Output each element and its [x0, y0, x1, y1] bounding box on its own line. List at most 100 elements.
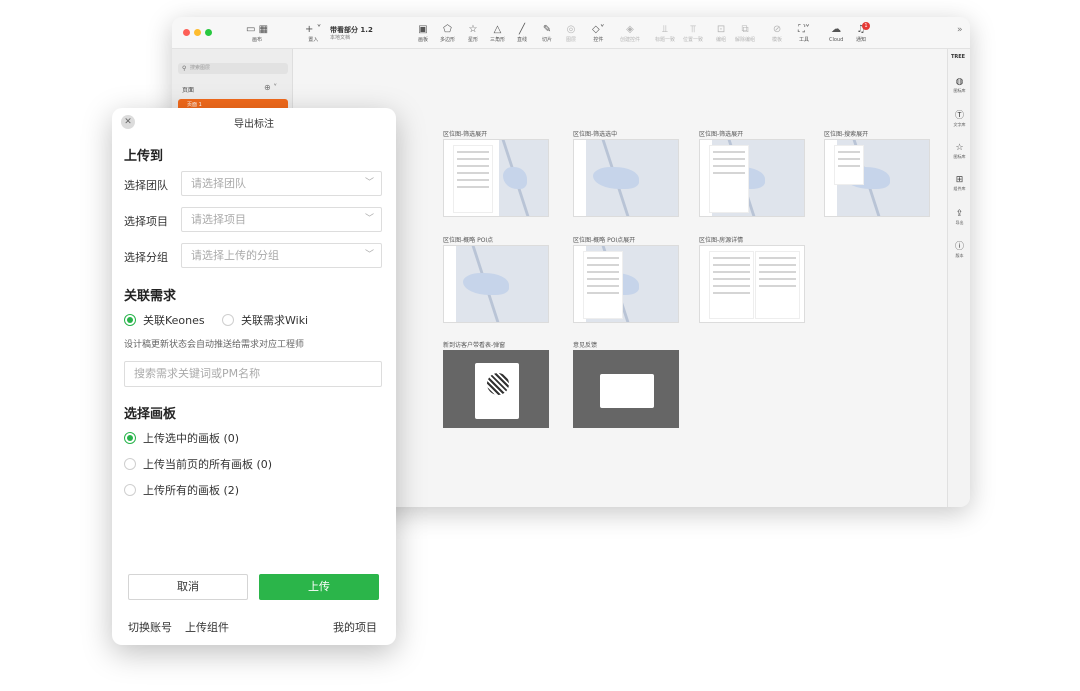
rightbar-item[interactable]: ◍ 图标库 — [948, 77, 970, 94]
map-preview — [586, 140, 678, 216]
tool-polygon[interactable]: ⬠ 多边形 — [440, 24, 455, 43]
artboard-title: 区位图-房源详情 — [699, 237, 744, 244]
artboard[interactable]: 新到访客户带看表-弹窗 — [443, 342, 549, 428]
close-window-button[interactable] — [183, 29, 190, 36]
artboard[interactable]: 区位图-筛选选中 — [573, 131, 679, 217]
tool-ungroup[interactable]: ⧉ 解除编组 — [735, 24, 755, 43]
artboard-title: 区位图-筛选选中 — [573, 131, 618, 138]
artboard[interactable]: 区位图-筛选展开 — [443, 131, 549, 217]
panel-preview — [453, 145, 493, 213]
radio-upload-current-page[interactable] — [124, 458, 136, 470]
zoom-window-button[interactable] — [205, 29, 212, 36]
upload-component-link[interactable]: 上传组件 — [185, 619, 229, 635]
radio-upload-current-page-label[interactable]: 上传当前页的所有画板 (0) — [143, 456, 272, 472]
artboard-title: 区位图-搜索展开 — [824, 131, 869, 138]
chevron-down-icon: ﹀ — [364, 214, 374, 224]
radio-wiki-label[interactable]: 关联需求Wiki — [241, 312, 308, 328]
artboard[interactable]: 区位图-概略 POI点 — [443, 237, 549, 323]
tool-component[interactable]: ◇˅ 控件 — [592, 24, 605, 43]
cancel-button[interactable]: 取消 — [128, 574, 248, 600]
artboard-title: 区位图-筛选展开 — [699, 131, 744, 138]
search-icon: ⚲ — [182, 65, 187, 72]
tool-slice[interactable]: ✎ 切片 — [542, 24, 552, 43]
export-annotation-dialog: 导出标注 ✕ 上传到 选择团队 请选择团队 ﹀ 选择项目 请选择项目 ﹀ 选择分… — [112, 108, 396, 645]
map-preview — [456, 246, 548, 322]
upload-button[interactable]: 上传 — [259, 574, 379, 600]
tool-line[interactable]: ╱ 直线 — [517, 24, 527, 43]
expand-chevron-icon[interactable]: » — [957, 25, 963, 35]
panel-preview — [583, 251, 623, 319]
my-projects-link[interactable]: 我的项目 — [333, 619, 377, 635]
canvas-toggle[interactable]: ▭ ▦ 画布 — [246, 24, 268, 43]
radio-keones[interactable] — [124, 314, 136, 326]
document-subtitle: 本地文档 — [330, 35, 351, 41]
map-preview — [499, 140, 548, 216]
rightbar-item[interactable]: ⊞ 组件库 — [948, 175, 970, 192]
radio-upload-selected-label[interactable]: 上传选中的画板 (0) — [143, 430, 239, 446]
artboard-thumbnail — [443, 139, 549, 217]
tool-triangle[interactable]: △ 三角形 — [490, 24, 505, 43]
radio-keones-label[interactable]: 关联Keones — [143, 312, 205, 328]
rightbar-item[interactable]: Ⓣ 文字库 — [948, 111, 970, 128]
tool-group[interactable]: ⊡ 编组 — [716, 24, 726, 43]
icon-library-icon: ☆ — [955, 143, 964, 153]
chevron-down-icon: ﹀ — [364, 250, 374, 260]
layer-search-input[interactable]: ⚲ 搜索图层 — [178, 63, 288, 74]
minimize-window-button[interactable] — [194, 29, 201, 36]
project-select[interactable]: 请选择项目 ﹀ — [181, 207, 382, 232]
panel-preview — [834, 145, 864, 185]
rightbar-item[interactable]: ⇪ 导出 — [948, 209, 970, 226]
dialog-title: 导出标注 — [234, 119, 274, 130]
radio-upload-all-label[interactable]: 上传所有的画板 (2) — [143, 482, 239, 498]
project-label: 选择项目 — [124, 215, 168, 228]
tool-star[interactable]: ☆ 星形 — [468, 24, 478, 43]
rightbar-item[interactable]: ⓘ 版本 — [948, 242, 970, 259]
select-artboard-heading: 选择画板 — [124, 407, 177, 422]
tool-tools[interactable]: ⛶˅ 工具 — [798, 24, 810, 43]
artboard[interactable]: 区位图-概略 POI点展开 — [573, 237, 679, 323]
panel-preview — [709, 145, 749, 213]
close-icon[interactable]: ✕ — [121, 115, 135, 129]
notification-badge: 1 — [862, 22, 870, 30]
tool-align-title[interactable]: ⫫ 标题一致 — [655, 24, 675, 43]
ungroup-icon: ⧉ — [741, 24, 749, 35]
tool-layer[interactable]: ◎ 图层 — [566, 24, 576, 43]
tool-cloud[interactable]: ☁ Cloud — [829, 24, 843, 43]
team-select[interactable]: 请选择团队 ﹀ — [181, 171, 382, 196]
artboard[interactable]: 意见反馈 — [573, 342, 679, 428]
group-label: 选择分组 — [124, 251, 168, 264]
components-icon: ⊞ — [955, 175, 964, 185]
tree-label[interactable]: TREE — [951, 54, 965, 60]
radio-upload-all[interactable] — [124, 484, 136, 496]
pages-label: 页面 — [182, 87, 195, 94]
align-top-icon: ⫪ — [690, 24, 696, 35]
tool-template[interactable]: ⊘ 模板 — [772, 24, 782, 43]
align-bottom-icon: ⫫ — [662, 24, 668, 35]
line-icon: ╱ — [518, 24, 526, 35]
create-component-icon: ◈ — [626, 24, 634, 35]
artboard[interactable]: 区位图-筛选展开 — [699, 131, 805, 217]
insert-button[interactable]: + ˅ 置入 — [305, 24, 322, 43]
group-select[interactable]: 请选择上传的分组 ﹀ — [181, 243, 382, 268]
rightbar-item[interactable]: ☆ 图标库 — [948, 143, 970, 160]
add-page-icon[interactable]: ⊕ ˅ — [264, 83, 277, 92]
tool-artboard[interactable]: ▣ 画板 — [418, 24, 428, 43]
requirement-search-input[interactable]: 搜索需求关键词或PM名称 — [124, 361, 382, 387]
artboard[interactable]: 区位图-搜索展开 — [824, 131, 930, 217]
canvas-icon: ▭ ▦ — [246, 24, 269, 35]
template-icon: ⊘ — [772, 24, 782, 35]
tool-create-component[interactable]: ◈ 创建控件 — [620, 24, 640, 43]
artboard-thumbnail — [699, 245, 805, 323]
radio-wiki[interactable] — [222, 314, 234, 326]
artboard[interactable]: 区位图-房源详情 — [699, 237, 805, 323]
layer-icon: ◎ — [566, 24, 576, 35]
info-icon: ⓘ — [954, 242, 964, 252]
tool-align-position[interactable]: ⫪ 位置一致 — [683, 24, 703, 43]
slice-icon: ✎ — [542, 24, 552, 35]
palette-icon: ◍ — [955, 77, 964, 87]
upload-to-heading: 上传到 — [124, 149, 164, 164]
switch-account-link[interactable]: 切换账号 — [128, 619, 172, 635]
artboard-thumbnail — [699, 139, 805, 217]
radio-upload-selected[interactable] — [124, 432, 136, 444]
right-toolbar: TREE ◍ 图标库 Ⓣ 文字库 ☆ 图标库 ⊞ 组件库 ⇪ 导出 ⓘ 版本 — [947, 49, 970, 507]
